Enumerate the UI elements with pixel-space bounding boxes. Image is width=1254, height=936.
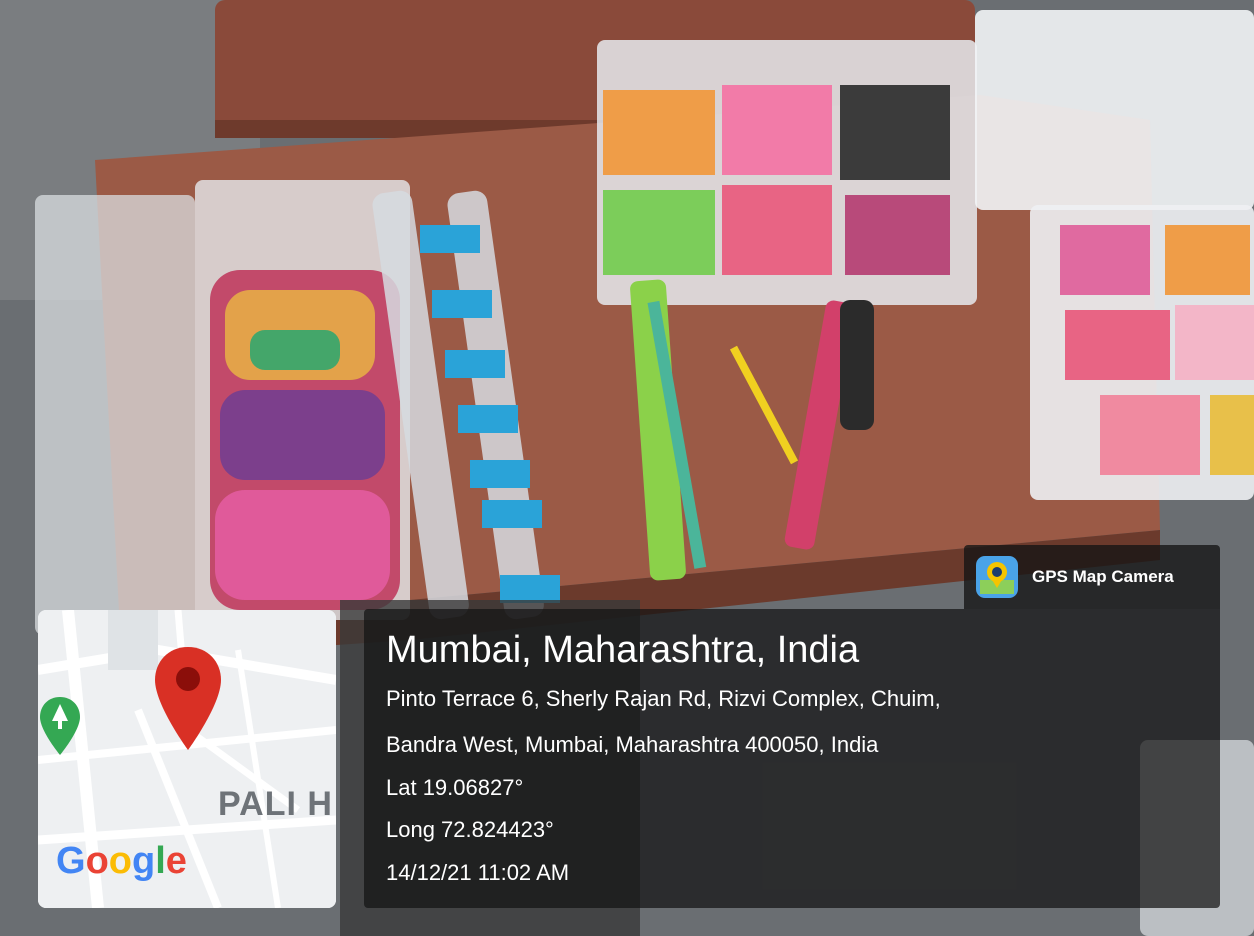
latitude: Lat 19.06827°	[386, 775, 524, 800]
gps-camera-icon	[976, 556, 1018, 598]
location-title: Mumbai, Maharashtra, India	[386, 629, 860, 671]
bracelet-box	[35, 180, 410, 635]
badge-label: GPS Map Camera	[1032, 567, 1174, 586]
address-line-1: Pinto Terrace 6, Sherly Rajan Rd, Rizvi …	[386, 686, 941, 711]
location-pin-icon	[155, 647, 221, 750]
map-area-label: PALI H	[218, 785, 333, 823]
bands-organizer	[597, 40, 977, 305]
park-pin-icon	[40, 697, 80, 755]
google-logo: Google	[56, 840, 187, 882]
location-info-panel: Mumbai, Maharashtra, India Pinto Terrace…	[364, 609, 1220, 908]
map-thumbnail: PALI H Google	[38, 610, 336, 908]
gps-map-camera-badge: GPS Map Camera	[964, 545, 1220, 609]
address-line-2: Bandra West, Mumbai, Maharashtra 400050,…	[386, 732, 879, 757]
datetime: 14/12/21 11:02 AM	[386, 860, 570, 885]
longitude: Long 72.824423°	[386, 817, 554, 842]
